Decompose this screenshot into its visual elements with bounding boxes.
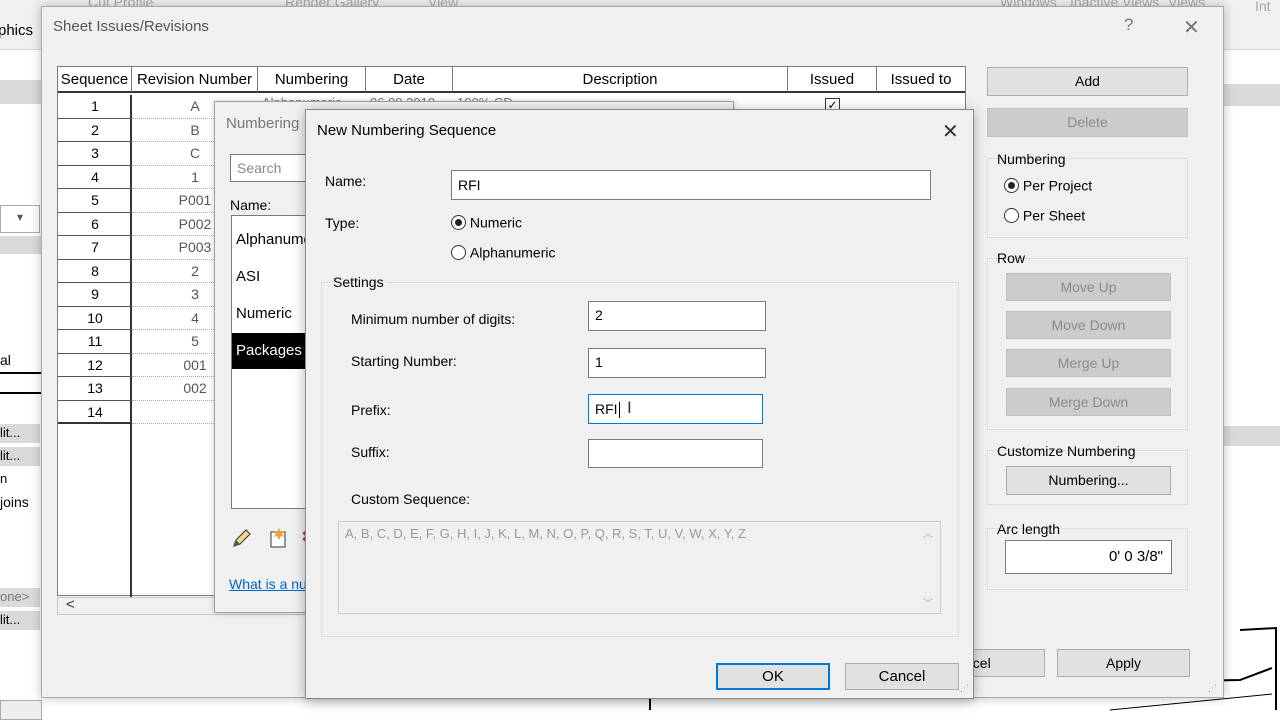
sequence-cell[interactable]: 2 — [58, 119, 132, 142]
close-button[interactable]: ✕ — [942, 119, 959, 144]
delete-button[interactable]: Delete — [987, 108, 1188, 137]
dialog-title: New Numbering Sequence — [317, 122, 497, 139]
name-input[interactable]: RFI — [451, 170, 931, 200]
ibeam-cursor-icon: I — [627, 398, 632, 417]
numbering-button[interactable]: Numbering... — [1006, 466, 1171, 495]
custom-sequence-label: Custom Sequence: — [351, 491, 471, 507]
help-link[interactable]: What is a numbering sequence? — [229, 576, 309, 592]
name-label: Name: — [325, 173, 367, 189]
scroll-down-icon[interactable]: ﹀ — [923, 595, 933, 610]
edit-button[interactable]: lit... — [0, 447, 40, 466]
sequence-cell[interactable]: 7 — [58, 236, 132, 260]
numeric-radio[interactable]: Numeric — [451, 213, 522, 230]
sequence-cell[interactable]: 9 — [58, 283, 132, 307]
prefix-label: Prefix: — [351, 402, 391, 418]
resize-grip-icon[interactable]: ⋰ — [1208, 683, 1217, 694]
radio-selected-icon — [451, 214, 466, 230]
move-down-button[interactable]: Move Down — [1006, 311, 1171, 339]
arc-length-input[interactable]: 0' 0 3/8" — [1005, 540, 1172, 574]
add-button[interactable]: Add — [987, 67, 1188, 96]
type-dropdown[interactable]: ▾ — [0, 205, 40, 233]
help-button[interactable]: ? — [1124, 15, 1133, 35]
new-item-icon[interactable] — [267, 526, 289, 548]
list-item-selected[interactable]: Packages — [232, 333, 312, 369]
edit-button[interactable]: lit... — [0, 424, 40, 443]
suffix-input[interactable] — [588, 439, 763, 468]
sequence-cell[interactable]: 8 — [58, 260, 132, 283]
radio-empty-icon — [1004, 207, 1019, 223]
column-header[interactable]: Numbering — [258, 67, 366, 93]
column-header[interactable]: Revision Number — [132, 67, 258, 93]
column-header[interactable]: Issued to — [877, 67, 965, 93]
sequence-cell[interactable]: 6 — [58, 213, 132, 236]
radio-selected-icon — [1004, 177, 1019, 193]
panel-text: al — [0, 352, 11, 368]
suffix-label: Suffix: — [351, 444, 390, 460]
numbering-group — [987, 158, 1188, 238]
list-item[interactable]: ASI — [232, 259, 312, 295]
min-digits-label: Minimum number of digits: — [351, 311, 516, 327]
custom-sequence-text: A, B, C, D, E, F, G, H, I, J, K, L, M, N… — [345, 526, 746, 541]
group-label: Settings — [331, 274, 386, 290]
search-input[interactable]: Search — [230, 154, 310, 182]
per-sheet-radio[interactable]: Per Sheet — [1004, 206, 1085, 223]
group-label: Row — [997, 250, 1026, 266]
scroll-up-icon[interactable]: ︿ — [923, 525, 933, 540]
merge-up-button[interactable]: Merge Up — [1006, 349, 1171, 377]
group-label: Numbering — [997, 151, 1066, 167]
column-header[interactable]: Issued — [788, 67, 877, 93]
dialog-title: Sheet Issues/Revisions — [53, 18, 209, 35]
ribbon-text: phics — [0, 22, 34, 39]
sequence-cell[interactable]: 13 — [58, 377, 132, 401]
sequence-list: Alphanumeric ASI Numeric Packages — [231, 215, 313, 509]
prefix-input[interactable]: RFI I — [588, 394, 763, 424]
properties-panel: ▾ al lit... lit... n joins one> lit... — [0, 50, 42, 720]
sequence-cell[interactable]: 11 — [58, 330, 132, 354]
column-header[interactable]: Sequence — [58, 67, 132, 93]
scroll-left-icon[interactable]: < — [66, 596, 75, 613]
chevron-down-icon: ▾ — [17, 210, 24, 224]
column-header[interactable]: Date — [366, 67, 453, 93]
list-item[interactable]: Alphanumeric — [232, 222, 312, 258]
move-up-button[interactable]: Move Up — [1006, 273, 1171, 301]
alphanumeric-radio[interactable]: Alphanumeric — [451, 243, 556, 260]
sequence-cell[interactable]: 14 — [58, 401, 132, 424]
min-digits-input[interactable]: 2 — [588, 301, 766, 331]
sequence-cell[interactable]: 3 — [58, 142, 132, 166]
group-label: Customize Numbering — [997, 443, 1136, 459]
close-button[interactable]: ✕ — [1183, 15, 1200, 40]
dialog-title: Numbering — [226, 115, 300, 132]
per-project-radio[interactable]: Per Project — [1004, 176, 1092, 193]
sequence-cell[interactable]: 5 — [58, 189, 132, 213]
edit-button[interactable]: lit... — [0, 611, 40, 630]
radio-empty-icon — [451, 244, 466, 260]
new-numbering-sequence-dialog: New Numbering Sequence ✕ Name: RFI Type:… — [305, 109, 974, 699]
apply-button[interactable]: Apply — [1057, 649, 1190, 677]
ribbon-text: Int — [1255, 0, 1271, 14]
list-item[interactable]: Numeric — [232, 296, 312, 332]
starting-number-label: Starting Number: — [351, 353, 457, 369]
starting-number-input[interactable]: 1 — [588, 348, 766, 378]
sequence-cell[interactable]: 10 — [58, 307, 132, 330]
name-label: Name: — [230, 197, 272, 213]
sequence-cell[interactable]: 1 — [58, 95, 132, 119]
sequence-cell[interactable]: 12 — [58, 354, 132, 377]
cancel-button[interactable]: Cancel — [845, 663, 959, 690]
edit-pencil-icon[interactable] — [231, 527, 253, 549]
merge-down-button[interactable]: Merge Down — [1006, 388, 1171, 416]
panel-text: n — [0, 471, 8, 486]
resize-grip-icon[interactable]: ⋰ — [960, 683, 969, 694]
custom-sequence-textarea[interactable]: A, B, C, D, E, F, G, H, I, J, K, L, M, N… — [338, 521, 941, 614]
sequence-cell[interactable]: 4 — [58, 166, 132, 189]
group-label: Arc length — [997, 521, 1061, 537]
panel-text: joins — [0, 494, 29, 510]
type-label: Type: — [325, 215, 360, 231]
ok-button[interactable]: OK — [716, 663, 830, 690]
sequence-column: 1 2 3 4 5 6 7 8 9 10 11 12 13 14 — [58, 95, 132, 597]
text-caret — [618, 402, 620, 419]
column-header[interactable]: Description — [453, 67, 788, 93]
